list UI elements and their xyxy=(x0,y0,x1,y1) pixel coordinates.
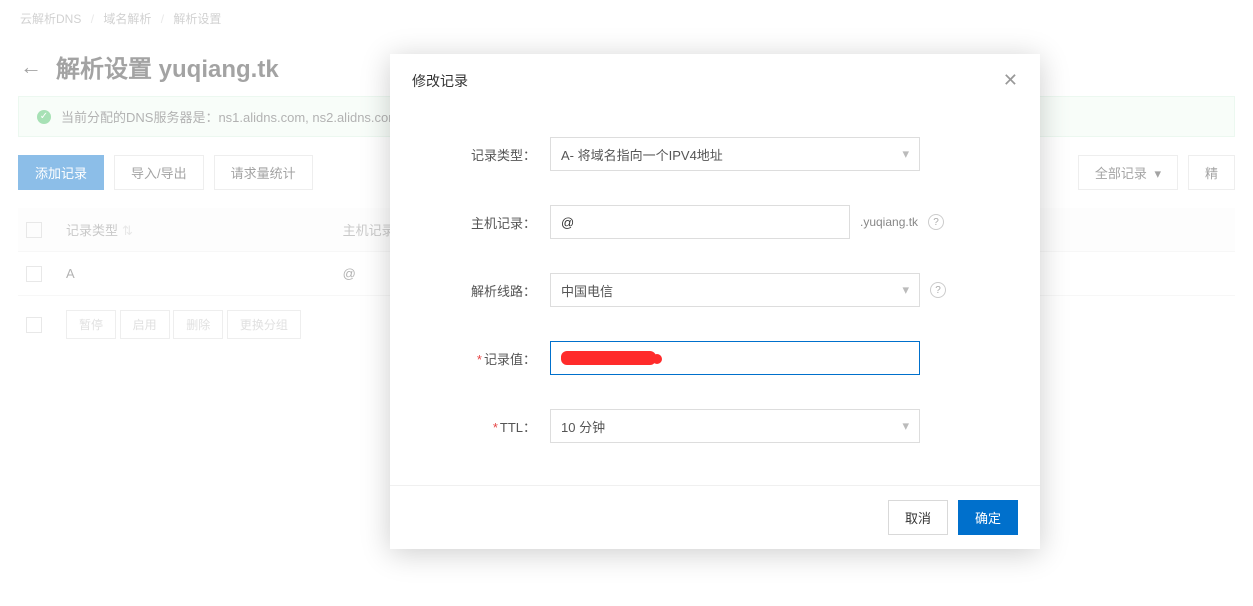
label-resolution-line: 解析线路： xyxy=(430,281,550,300)
row-checkbox[interactable] xyxy=(26,266,42,282)
chevron-down-icon: ▾ xyxy=(902,146,909,162)
label-record-value: *记录值： xyxy=(430,349,550,368)
breadcrumb-sep: / xyxy=(91,12,94,26)
cancel-button[interactable]: 取消 xyxy=(888,500,948,535)
search-button[interactable]: 精 xyxy=(1188,155,1235,190)
all-records-dropdown[interactable]: 全部记录 ▾ xyxy=(1078,155,1178,190)
record-value-input-wrap xyxy=(550,341,920,375)
close-icon[interactable]: ✕ xyxy=(1003,70,1018,91)
breadcrumb-sep: / xyxy=(161,12,164,26)
cell-type: A xyxy=(58,252,335,296)
domain-suffix: .yuqiang.tk xyxy=(860,215,918,229)
help-icon[interactable]: ? xyxy=(928,214,944,230)
breadcrumb-item: 解析设置 xyxy=(173,12,221,26)
bulk-checkbox[interactable] xyxy=(26,317,42,333)
select-all-checkbox[interactable] xyxy=(26,222,42,238)
col-record-type[interactable]: 记录类型⇅ xyxy=(58,208,335,252)
label-record-type: 记录类型： xyxy=(430,145,550,164)
dropdown-label: 全部记录 xyxy=(1095,166,1147,181)
breadcrumb-item[interactable]: 云解析DNS xyxy=(20,12,81,26)
request-stats-button[interactable]: 请求量统计 xyxy=(214,155,313,190)
delete-button[interactable]: 删除 xyxy=(173,310,223,339)
chevron-down-icon: ▾ xyxy=(902,282,909,298)
label-ttl: *TTL： xyxy=(430,417,550,436)
enable-button[interactable]: 启用 xyxy=(120,310,170,339)
change-group-button[interactable]: 更换分组 xyxy=(227,310,301,339)
back-arrow-icon[interactable]: ← xyxy=(20,54,42,80)
breadcrumb: 云解析DNS / 域名解析 / 解析设置 xyxy=(0,0,1253,37)
sort-icon: ⇅ xyxy=(122,223,133,238)
breadcrumb-item[interactable]: 域名解析 xyxy=(103,12,151,26)
pause-button[interactable]: 暂停 xyxy=(66,310,116,339)
add-record-button[interactable]: 添加记录 xyxy=(18,155,104,190)
ok-button[interactable]: 确定 xyxy=(958,500,1018,535)
check-circle-icon: ✓ xyxy=(37,110,51,124)
edit-record-modal: 修改记录 ✕ 记录类型： A- 将域名指向一个IPV4地址 ▾ 主机记录： .y… xyxy=(390,54,1040,549)
modal-title: 修改记录 xyxy=(412,71,468,91)
help-icon[interactable]: ? xyxy=(930,282,946,298)
page-title: 解析设置 yuqiang.tk xyxy=(56,49,279,84)
chevron-down-icon: ▾ xyxy=(902,418,909,434)
label-host-record: 主机记录： xyxy=(430,213,550,232)
chevron-down-icon: ▾ xyxy=(1154,166,1161,181)
notice-text: 当前分配的DNS服务器是：ns1.alidns.com, ns2.alidns.… xyxy=(61,107,399,126)
import-export-button[interactable]: 导入/导出 xyxy=(114,155,204,190)
